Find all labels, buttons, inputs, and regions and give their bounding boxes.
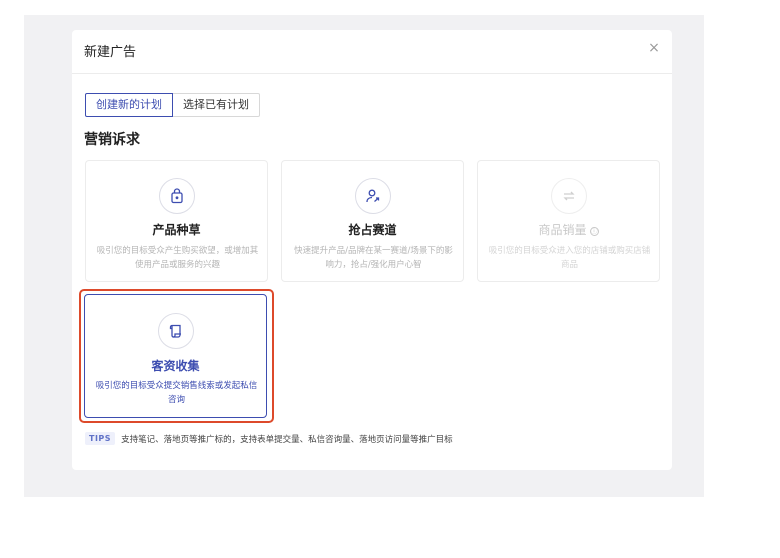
tab-select-existing-plan[interactable]: 选择已有计划 [173, 93, 260, 117]
tab-create-new-plan[interactable]: 创建新的计划 [85, 93, 173, 117]
user-arrow-icon [355, 178, 391, 214]
header-divider [72, 73, 672, 74]
tips-text: 支持笔记、落地页等推广标的，支持表单提交量、私信咨询量、落地页访问量等推广目标 [121, 434, 453, 445]
tips-row: TIPS 支持笔记、落地页等推广标的，支持表单提交量、私信咨询量、落地页访问量等… [85, 432, 453, 445]
refresh-icon [551, 178, 587, 214]
card-description: 吸引您的目标受众进入您的店铺或购买店铺商品 [488, 246, 651, 270]
card-description: 快速提升产品/品牌在某一赛道/场景下的影响力，抢占/强化用户心智 [294, 246, 453, 270]
card-product-sales[interactable]: 商品销量 ⓘ 吸引您的目标受众进入您的店铺或购买店铺商品 [477, 160, 660, 282]
info-icon[interactable]: ⓘ [589, 227, 599, 236]
plan-type-tabs: 创建新的计划 选择已有计划 [85, 93, 260, 117]
card-title: 商品销量 ⓘ [538, 223, 599, 237]
modal-title: 新建广告 [84, 45, 137, 60]
section-title: 营销诉求 [84, 132, 140, 148]
card-seize-track[interactable]: 抢占赛道 快速提升产品/品牌在某一赛道/场景下的影响力，抢占/强化用户心智 [281, 160, 464, 282]
card-title: 产品种草 [152, 223, 201, 237]
tips-badge: TIPS [85, 432, 116, 445]
card-product-seeding[interactable]: 产品种草 吸引您的目标受众产生购买欲望，或增加其使用产品或服务的兴趣 [85, 160, 268, 282]
lock-bag-icon [159, 178, 195, 214]
selection-highlight-box [79, 289, 274, 423]
card-title: 抢占赛道 [348, 223, 397, 237]
close-icon[interactable]: × [646, 40, 662, 56]
card-description: 吸引您的目标受众产生购买欲望，或增加其使用产品或服务的兴趣 [96, 246, 259, 270]
